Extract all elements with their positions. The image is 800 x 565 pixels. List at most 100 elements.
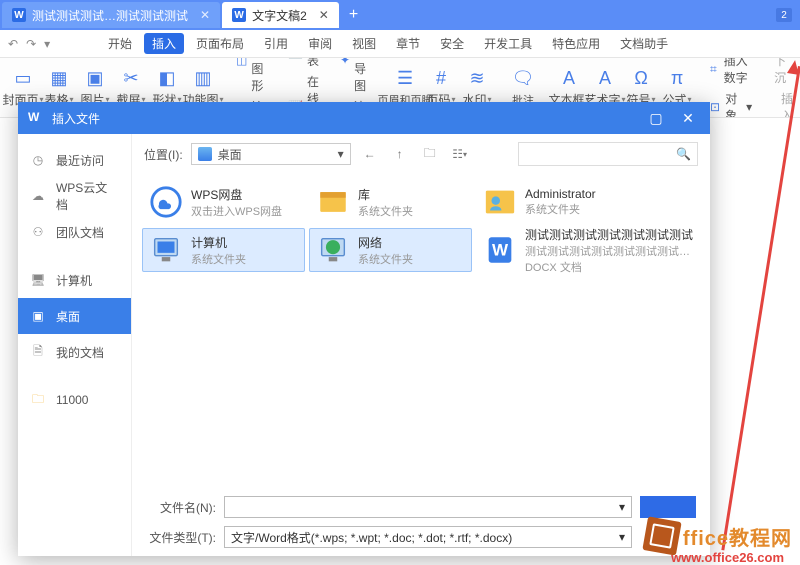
mindmap-button[interactable]: ✦思维导图 [340,58,372,94]
file-item-docx[interactable]: W 测试测试测试测试测试测试测试测试测试测试测试测试测试测试…DOCX 文档 [476,228,700,272]
back-button[interactable]: ← [359,143,381,165]
docx-icon: W [483,233,517,267]
dropdown-icon[interactable]: ▾ [619,530,625,544]
shape-icon: ◧ [156,67,178,89]
undo-redo: ↶ ↷ ▾ [8,37,50,51]
location-select[interactable]: 桌面 ▾ [191,143,351,165]
badge: 2 [776,8,792,22]
file-item-wpsdisk[interactable]: WPS网盘双击进入WPS网盘 [142,180,305,224]
sidebar-team[interactable]: ⚇团队文档 [18,214,131,250]
close-button[interactable]: ✕ [676,106,700,130]
sidebar-desktop[interactable]: ▣桌面 [18,298,131,334]
smartart-button[interactable]: ◫智能图形 [236,58,268,94]
file-item-network[interactable]: 网络系统文件夹 [309,228,472,272]
dialog-title: 插入文件 [52,110,100,127]
func-icon: ▥ [192,67,214,89]
up-button[interactable]: ↑ [389,143,411,165]
watermark-text1: ffice教程网 [683,522,792,551]
network-icon [316,233,350,267]
dropdown-icon[interactable]: ▾ [619,500,625,514]
tab-label: 文字文稿2 [252,7,307,24]
smart-icon: ◫ [236,58,247,67]
dialog-main: 位置(I): 桌面 ▾ ← ↑ 🗀 ☷ ▾ 🔍 WPS网盘双击进入WPS网盘 [132,134,710,556]
insert-object-button[interactable]: ⊡对象▾ [710,90,752,119]
location-bar: 位置(I): 桌面 ▾ ← ↑ 🗀 ☷ ▾ 🔍 [132,134,710,174]
view-button[interactable]: ☷ ▾ [449,143,471,165]
redo-icon[interactable]: ↷ [26,37,36,51]
add-tab-button[interactable]: + [341,6,366,24]
menu-view[interactable]: 视图 [344,33,384,54]
user-icon [483,185,517,219]
team-icon: ⚇ [30,224,46,240]
dialog-titlebar: W 插入文件 ▢ ✕ [18,102,710,134]
search-icon: 🔍 [676,147,691,161]
tab-doc2[interactable]: W 文字文稿2 ✕ [222,2,339,28]
pc-icon [149,233,183,267]
chart-button[interactable]: 📊图表 [288,58,320,69]
wm-icon: ≋ [466,67,488,89]
menu-special[interactable]: 特色应用 [544,33,608,54]
filename-input[interactable]: ▾ [224,496,632,518]
wps-icon: W [28,110,44,126]
file-item-library[interactable]: 库系统文件夹 [309,180,472,224]
menu-dev[interactable]: 开发工具 [476,33,540,54]
mind-icon: ✦ [340,58,350,67]
table-icon: ▦ [48,67,70,89]
wps-icon: W [232,8,246,22]
menu-ref[interactable]: 引用 [256,33,296,54]
document-tabbar: W 测试测试测试…测试测试测试 ✕ W 文字文稿2 ✕ + 2 [0,0,800,30]
menu-insert[interactable]: 插入 [144,33,184,54]
dropdown-icon[interactable]: ▾ [44,37,50,51]
pn-icon: # [430,67,452,89]
sidebar-recent[interactable]: ◷最近访问 [18,142,131,178]
menu-chapter[interactable]: 章节 [388,33,428,54]
file-item-admin[interactable]: Administrator系统文件夹 [476,180,700,224]
num-icon: ⌗ [710,62,720,76]
sidebar-cloud[interactable]: ☁WPS云文档 [18,178,131,214]
watermark: ffice教程网 [645,519,792,553]
menu-bar: ↶ ↷ ▾ 开始 插入 页面布局 引用 审阅 视图 章节 安全 开发工具 特色应… [0,30,800,58]
equation-icon: π [666,67,688,89]
search-input[interactable]: 🔍 [518,142,698,166]
sidebar-mydocs[interactable]: 🗎我的文档 [18,334,131,370]
menu-pagelayout[interactable]: 页面布局 [188,33,252,54]
image-icon: ▣ [84,67,106,89]
desk-icon: ▣ [30,308,46,324]
wordart-icon: A [594,67,616,89]
insert-file-dialog: W 插入文件 ▢ ✕ ◷最近访问 ☁WPS云文档 ⚇团队文档 🖥计算机 ▣桌面 … [18,102,710,556]
wps-icon: W [12,8,26,22]
obj-icon: ⊡ [710,100,721,114]
cloud-icon: ☁ [30,188,46,204]
folder-icon: 🗀 [30,392,46,408]
sidebar-computer[interactable]: 🖥计算机 [18,262,131,298]
menu-review[interactable]: 审阅 [300,33,340,54]
filename-label: 文件名(N): [146,499,216,516]
snip-icon: ✂ [120,67,142,89]
close-icon[interactable]: ✕ [200,8,210,22]
close-icon[interactable]: ✕ [319,8,329,22]
insert-number-button[interactable]: ⌗插入数字 [710,58,752,86]
pc-icon: 🖥 [30,272,46,288]
menu-start[interactable]: 开始 [100,33,140,54]
sidebar-folder[interactable]: 🗀11000 [18,382,131,418]
newfolder-button[interactable]: 🗀 [419,143,441,165]
menu-security[interactable]: 安全 [432,33,472,54]
menu-assist[interactable]: 文档助手 [612,33,676,54]
dropcap-icon: A [762,58,770,59]
dialog-sidebar: ◷最近访问 ☁WPS云文档 ⚇团队文档 🖥计算机 ▣桌面 🗎我的文档 🗀1100… [18,134,132,556]
maximize-button[interactable]: ▢ [644,106,668,130]
attach-icon: 📎 [762,117,777,119]
page-icon: ▭ [12,67,34,89]
annotation-arrowhead [787,59,800,75]
doc-icon: 🗎 [30,344,46,360]
comment-icon: 🗨 [512,68,534,90]
cloud-icon [149,185,183,219]
tab-doc1[interactable]: W 测试测试测试…测试测试测试 ✕ [2,2,220,28]
file-item-computer[interactable]: 计算机系统文件夹 [142,228,305,272]
open-button[interactable] [640,496,696,518]
dialog-footer: 文件名(N): ▾ 文件类型(T): 文字/Word格式(*.wps; *.wp… [132,488,710,556]
filetype-select[interactable]: 文字/Word格式(*.wps; *.wpt; *.doc; *.dot; *.… [224,526,632,548]
undo-icon[interactable]: ↶ [8,37,18,51]
tab-label: 测试测试测试…测试测试测试 [32,7,188,24]
hf-icon: ☰ [394,68,416,90]
